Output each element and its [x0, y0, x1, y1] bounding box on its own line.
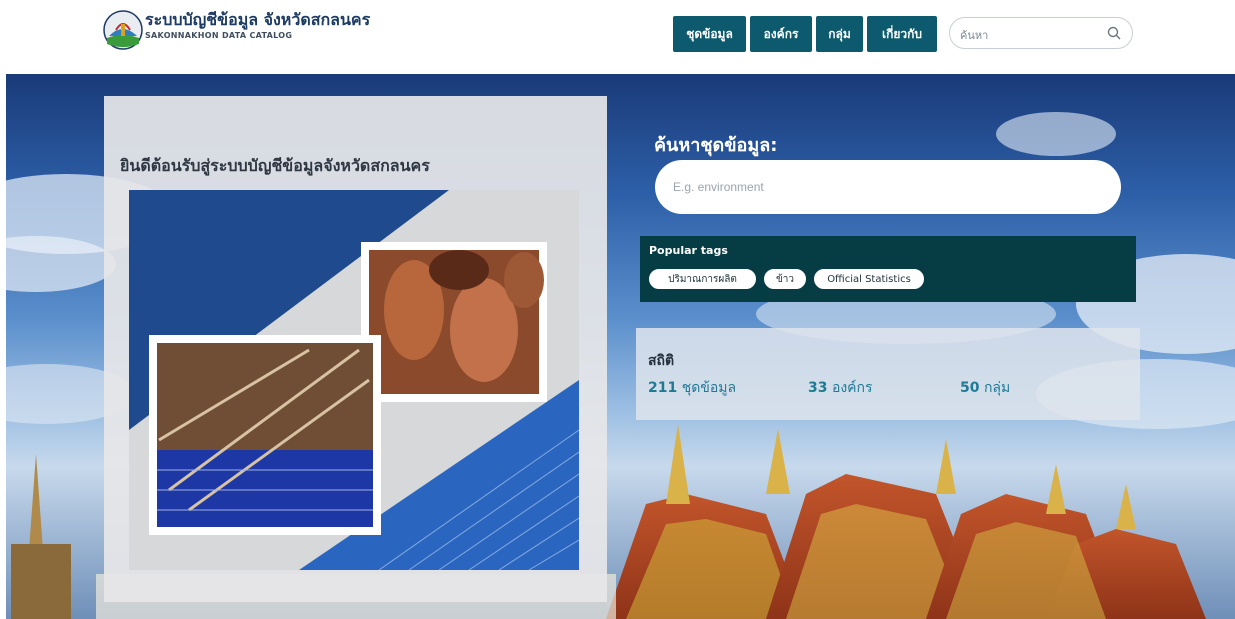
nav-about[interactable]: เกี่ยวกับ	[867, 16, 937, 52]
stat-datasets-count: 211	[648, 380, 678, 396]
nav-datasets[interactable]: ชุดข้อมูล	[673, 16, 746, 52]
dataset-search-box[interactable]	[655, 160, 1121, 214]
statistics-panel: สถิติ 211 ชุดข้อมูล 33 องค์กร 50 กลุ่ม	[636, 328, 1140, 420]
stat-organizations-label: องค์กร	[831, 380, 873, 396]
stat-groups[interactable]: 50 กลุ่ม	[960, 377, 1010, 399]
tag-production-quantity[interactable]: ปริมาณการผลิต	[649, 269, 756, 289]
tag-official-statistics[interactable]: Official Statistics	[814, 269, 924, 289]
popular-tags-panel: Popular tags ปริมาณการผลิต ข้าว Official…	[640, 236, 1136, 302]
stat-datasets-label: ชุดข้อมูล	[681, 380, 737, 396]
stat-organizations-count: 33	[808, 380, 828, 396]
stat-groups-count: 50	[960, 380, 980, 396]
site-title[interactable]: ระบบบัญชีข้อมูล จังหวัดสกลนคร	[145, 8, 370, 33]
stat-organizations[interactable]: 33 องค์กร	[808, 377, 873, 399]
search-icon[interactable]	[1106, 25, 1122, 41]
dataset-search-heading: ค้นหาชุดข้อมูล:	[654, 135, 778, 156]
site-header: ระบบบัญชีข้อมูล จังหวัดสกลนคร SAKONNAKHO…	[0, 0, 1235, 74]
welcome-card: ยินดีต้อนรับสู่ระบบบัญชีข้อมูลจังหวัดสกล…	[104, 96, 607, 602]
stat-groups-label: กลุ่ม	[983, 380, 1011, 396]
popular-tags-title: Popular tags	[649, 244, 728, 257]
nav-groups[interactable]: กลุ่ม	[816, 16, 863, 52]
site-subtitle: SAKONNAKHON DATA CATALOG	[145, 31, 293, 40]
statistics-title: สถิติ	[648, 353, 675, 369]
header-search-input[interactable]: ค้นหา	[949, 17, 1133, 49]
dataset-search-input[interactable]	[673, 176, 1093, 198]
header-search-placeholder: ค้นหา	[960, 29, 989, 42]
tag-rice[interactable]: ข้าว	[764, 269, 806, 289]
nav-organizations[interactable]: องค์กร	[750, 16, 812, 52]
province-photo-collage	[129, 190, 579, 570]
provincial-seal-logo[interactable]	[103, 10, 143, 50]
hero-section: ยินดีต้อนรับสู่ระบบบัญชีข้อมูลจังหวัดสกล…	[6, 74, 1235, 619]
stat-datasets[interactable]: 211 ชุดข้อมูล	[648, 377, 736, 399]
welcome-heading: ยินดีต้อนรับสู่ระบบบัญชีข้อมูลจังหวัดสกล…	[120, 156, 430, 175]
